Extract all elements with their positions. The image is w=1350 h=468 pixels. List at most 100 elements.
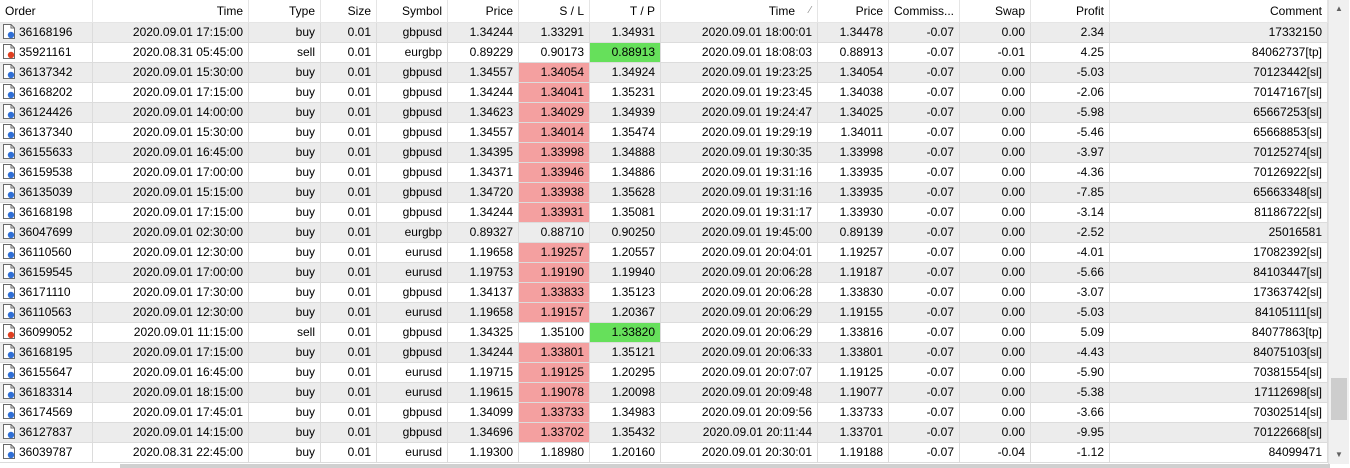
- cell-sl: 1.19190: [519, 263, 590, 282]
- cell-close-price: 1.33930: [818, 203, 889, 222]
- cell-text: 0.00: [1001, 25, 1025, 39]
- table-row[interactable]: 36039787 2020.08.31 22:45:00 buy 0.01 eurusd…: [0, 443, 1328, 463]
- cell-text: -0.07: [926, 105, 954, 119]
- cell-commission: -0.07: [889, 203, 960, 222]
- cell-tp: 1.20295: [590, 363, 661, 382]
- column-header-size[interactable]: Size: [321, 0, 377, 22]
- column-header-swap[interactable]: Swap: [960, 0, 1031, 22]
- cell-order: 36124426: [0, 103, 93, 122]
- table-row[interactable]: 36168202 2020.09.01 17:15:00 buy 0.01 gbpusd…: [0, 83, 1328, 103]
- table-row[interactable]: 36159545 2020.09.01 17:00:00 buy 0.01 eurusd…: [0, 263, 1328, 283]
- cell-commission: -0.07: [889, 63, 960, 82]
- cell-close-time: 2020.09.01 19:31:16: [661, 183, 818, 202]
- cell-size: 0.01: [321, 403, 377, 422]
- vertical-scrollbar[interactable]: ▲ ▼: [1328, 0, 1349, 464]
- cell-text: 1.19658: [469, 245, 513, 259]
- column-header-symbol[interactable]: Symbol: [377, 0, 448, 22]
- cell-text: 36099052: [19, 325, 73, 339]
- cell-sl: 1.33931: [519, 203, 590, 222]
- cell-text: -5.98: [1076, 105, 1104, 119]
- column-header-type[interactable]: Type: [249, 0, 321, 22]
- cell-text: 1.19125: [839, 365, 883, 379]
- cell-close-time: 2020.09.01 20:09:56: [661, 403, 818, 422]
- cell-swap: 0.00: [960, 23, 1031, 42]
- table-row[interactable]: 36127837 2020.09.01 14:15:00 buy 0.01 gbpusd…: [0, 423, 1328, 443]
- cell-time: 2020.09.01 12:30:00: [93, 303, 249, 322]
- cell-sl: 1.34041: [519, 83, 590, 102]
- cell-type: buy: [249, 383, 321, 402]
- column-header-sl[interactable]: S / L: [519, 0, 590, 22]
- table-row[interactable]: 36155647 2020.09.01 16:45:00 buy 0.01 eurusd…: [0, 363, 1328, 383]
- column-header-close-time[interactable]: Time ⁄: [661, 0, 818, 22]
- cell-commission: -0.07: [889, 183, 960, 202]
- cell-text: 1.35081: [611, 205, 655, 219]
- table-row[interactable]: 36137342 2020.09.01 15:30:00 buy 0.01 gbpusd…: [0, 63, 1328, 83]
- table-row[interactable]: 36047699 2020.09.01 02:30:00 buy 0.01 eurgbp…: [0, 223, 1328, 243]
- column-header-close-price[interactable]: Price: [818, 0, 889, 22]
- cell-swap: 0.00: [960, 103, 1031, 122]
- column-header-time[interactable]: Time: [93, 0, 249, 22]
- table-row[interactable]: 36168196 2020.09.01 17:15:00 buy 0.01 gbpusd…: [0, 23, 1328, 43]
- cell-text: -0.07: [926, 165, 954, 179]
- table-row[interactable]: 36099052 2020.09.01 11:15:00 sell 0.01 gbpus…: [0, 323, 1328, 343]
- table-row[interactable]: 36110563 2020.09.01 12:30:00 buy 0.01 eurusd…: [0, 303, 1328, 323]
- scroll-thumb[interactable]: [1331, 378, 1347, 420]
- cell-text: -2.52: [1076, 225, 1104, 239]
- cell-swap: 0.00: [960, 343, 1031, 362]
- table-row[interactable]: 36174569 2020.09.01 17:45:01 buy 0.01 gbpusd…: [0, 403, 1328, 423]
- table-row[interactable]: 36159538 2020.09.01 17:00:00 buy 0.01 gbpusd…: [0, 163, 1328, 183]
- column-header-comment[interactable]: Comment: [1110, 0, 1328, 22]
- cell-time: 2020.09.01 02:30:00: [93, 223, 249, 242]
- cell-text: 1.34696: [469, 425, 513, 439]
- cell-text: 0.00: [1001, 165, 1025, 179]
- table-row[interactable]: 35921161 2020.08.31 05:45:00 sell 0.01 eurgb…: [0, 43, 1328, 63]
- cell-tp: 1.20160: [590, 443, 661, 462]
- cell-text: gbpusd: [402, 405, 442, 419]
- scroll-up-icon[interactable]: ▲: [1329, 0, 1349, 18]
- cell-symbol: gbpusd: [377, 403, 448, 422]
- cell-text: -0.01: [997, 45, 1025, 59]
- scroll-down-icon[interactable]: ▼: [1329, 446, 1349, 464]
- table-row[interactable]: 36171110 2020.09.01 17:30:00 buy 0.01 gbpusd…: [0, 283, 1328, 303]
- table-row[interactable]: 36137340 2020.09.01 15:30:00 buy 0.01 gbpusd…: [0, 123, 1328, 143]
- table-row[interactable]: 36168198 2020.09.01 17:15:00 buy 0.01 gbpusd…: [0, 203, 1328, 223]
- table-row[interactable]: 36110560 2020.09.01 12:30:00 buy 0.01 eurusd…: [0, 243, 1328, 263]
- cell-comment: 17112698[sl]: [1110, 383, 1328, 402]
- cell-text: 0.00: [1001, 245, 1025, 259]
- column-header-price[interactable]: Price: [448, 0, 519, 22]
- table-row[interactable]: 36135039 2020.09.01 15:15:00 buy 0.01 gbpusd…: [0, 183, 1328, 203]
- cell-text: 70126922[sl]: [1253, 165, 1322, 179]
- cell-text: 1.34099: [469, 405, 513, 419]
- cell-order: 36127837: [0, 423, 93, 442]
- horizontal-scrollbar[interactable]: [120, 464, 1330, 468]
- cell-text: 2020.09.01 18:15:00: [132, 385, 243, 399]
- cell-size: 0.01: [321, 283, 377, 302]
- cell-text: 1.33816: [839, 325, 883, 339]
- cell-text: -0.07: [926, 45, 954, 59]
- cell-order: 36168202: [0, 83, 93, 102]
- column-header-tp[interactable]: T / P: [590, 0, 661, 22]
- cell-price: 1.19715: [448, 363, 519, 382]
- cell-text: 1.34029: [540, 105, 584, 119]
- cell-text: 70125274[sl]: [1253, 145, 1322, 159]
- cell-close-time: 2020.09.01 19:29:19: [661, 123, 818, 142]
- column-header-commission[interactable]: Commiss...: [889, 0, 960, 22]
- cell-text: 0.01: [347, 345, 371, 359]
- cell-comment: 70126922[sl]: [1110, 163, 1328, 182]
- table-row[interactable]: 36183314 2020.09.01 18:15:00 buy 0.01 eurusd…: [0, 383, 1328, 403]
- cell-text: gbpusd: [402, 85, 442, 99]
- column-header-order[interactable]: Order: [0, 0, 93, 22]
- cell-text: 2020.09.01 12:30:00: [132, 305, 243, 319]
- cell-text: 2020.09.01 19:23:25: [701, 65, 812, 79]
- cell-commission: -0.07: [889, 343, 960, 362]
- cell-text: 2020.09.01 15:30:00: [132, 65, 243, 79]
- buy-order-icon: [3, 124, 15, 139]
- cell-price: 1.34244: [448, 23, 519, 42]
- column-header-profit[interactable]: Profit: [1031, 0, 1110, 22]
- table-row[interactable]: 36124426 2020.09.01 14:00:00 buy 0.01 gbpusd…: [0, 103, 1328, 123]
- table-row[interactable]: 36168195 2020.09.01 17:15:00 buy 0.01 gbpusd…: [0, 343, 1328, 363]
- cell-text: 36124426: [19, 105, 73, 119]
- cell-text: -5.03: [1076, 305, 1104, 319]
- cell-type: buy: [249, 103, 321, 122]
- table-row[interactable]: 36155633 2020.09.01 16:45:00 buy 0.01 gbpusd…: [0, 143, 1328, 163]
